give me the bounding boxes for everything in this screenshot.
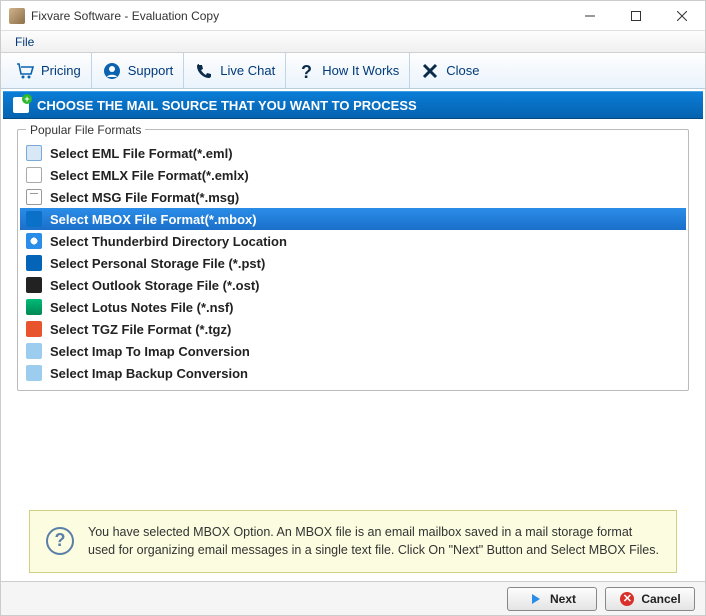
fieldset-legend: Popular File Formats xyxy=(26,123,145,137)
menu-file[interactable]: File xyxy=(7,33,42,51)
cancel-button[interactable]: ✕ Cancel xyxy=(605,587,695,611)
svg-text:?: ? xyxy=(301,62,312,81)
titlebar: Fixvare Software - Evaluation Copy xyxy=(1,1,705,31)
menubar: File xyxy=(1,31,705,53)
format-item-label: Select Imap Backup Conversion xyxy=(50,366,248,381)
phone-icon xyxy=(194,61,214,81)
format-item-label: Select Lotus Notes File (*.nsf) xyxy=(50,300,233,315)
format-item-label: Select EML File Format(*.eml) xyxy=(50,146,233,161)
toolbar-close[interactable]: Close xyxy=(410,53,489,88)
format-item-label: Select Personal Storage File (*.pst) xyxy=(50,256,265,271)
info-text: You have selected MBOX Option. An MBOX f… xyxy=(88,523,660,561)
toolbar-pricing[interactable]: Pricing xyxy=(5,53,92,88)
cancel-button-label: Cancel xyxy=(641,592,680,606)
toolbar-howitworks[interactable]: ? How It Works xyxy=(286,53,410,88)
toolbar-livechat[interactable]: Live Chat xyxy=(184,53,286,88)
format-item-label: Select Imap To Imap Conversion xyxy=(50,344,250,359)
cart-icon xyxy=(15,61,35,81)
msg-icon xyxy=(26,189,42,205)
format-item[interactable]: Select EML File Format(*.eml) xyxy=(20,142,686,164)
question-icon: ? xyxy=(296,61,316,81)
imap-icon xyxy=(26,343,42,359)
next-button[interactable]: Next xyxy=(507,587,597,611)
format-item-label: Select Outlook Storage File (*.ost) xyxy=(50,278,259,293)
format-item[interactable]: Select MSG File Format(*.msg) xyxy=(20,186,686,208)
formats-list: Select EML File Format(*.eml) Select EMLX… xyxy=(20,142,686,384)
thunder-icon xyxy=(26,233,42,249)
formats-fieldset: Popular File Formats Select EML File For… xyxy=(17,129,689,391)
backup-icon xyxy=(26,365,42,381)
format-item[interactable]: Select Personal Storage File (*.pst) xyxy=(20,252,686,274)
toolbar-support-label: Support xyxy=(128,63,174,78)
format-item[interactable]: Select EMLX File Format(*.emlx) xyxy=(20,164,686,186)
format-item[interactable]: Select Outlook Storage File (*.ost) xyxy=(20,274,686,296)
format-item[interactable]: Select MBOX File Format(*.mbox) xyxy=(20,208,686,230)
nsf-icon xyxy=(26,299,42,315)
format-item-label: Select EMLX File Format(*.emlx) xyxy=(50,168,249,183)
format-item[interactable]: Select Lotus Notes File (*.nsf) xyxy=(20,296,686,318)
format-item[interactable]: Select Thunderbird Directory Location xyxy=(20,230,686,252)
section-header-text: CHOOSE THE MAIL SOURCE THAT YOU WANT TO … xyxy=(37,98,417,113)
format-item[interactable]: Select Imap To Imap Conversion xyxy=(20,340,686,362)
close-window-button[interactable] xyxy=(659,1,705,31)
document-add-icon xyxy=(13,97,29,113)
format-item-label: Select MBOX File Format(*.mbox) xyxy=(50,212,257,227)
window-title: Fixvare Software - Evaluation Copy xyxy=(31,9,567,23)
format-item-label: Select TGZ File Format (*.tgz) xyxy=(50,322,231,337)
maximize-button[interactable] xyxy=(613,1,659,31)
toolbar-support[interactable]: Support xyxy=(92,53,185,88)
info-icon: ? xyxy=(46,527,74,555)
toolbar: Pricing Support Live Chat ? How It Works… xyxy=(1,53,705,89)
pst-icon xyxy=(26,255,42,271)
info-panel: ? You have selected MBOX Option. An MBOX… xyxy=(29,510,677,574)
ost-icon xyxy=(26,277,42,293)
headset-icon xyxy=(102,61,122,81)
emlx-icon xyxy=(26,167,42,183)
section-header: CHOOSE THE MAIL SOURCE THAT YOU WANT TO … xyxy=(3,91,703,119)
format-item-label: Select Thunderbird Directory Location xyxy=(50,234,287,249)
close-icon xyxy=(420,61,440,81)
app-icon xyxy=(9,8,25,24)
format-item[interactable]: Select Imap Backup Conversion xyxy=(20,362,686,384)
toolbar-livechat-label: Live Chat xyxy=(220,63,275,78)
toolbar-pricing-label: Pricing xyxy=(41,63,81,78)
tgz-icon xyxy=(26,321,42,337)
cancel-x-icon: ✕ xyxy=(619,591,635,607)
footer: Next ✕ Cancel xyxy=(1,581,705,615)
minimize-button[interactable] xyxy=(567,1,613,31)
window-controls xyxy=(567,1,705,31)
toolbar-close-label: Close xyxy=(446,63,479,78)
eml-icon xyxy=(26,145,42,161)
format-item-label: Select MSG File Format(*.msg) xyxy=(50,190,239,205)
toolbar-howitworks-label: How It Works xyxy=(322,63,399,78)
format-item[interactable]: Select TGZ File Format (*.tgz) xyxy=(20,318,686,340)
content-area: Popular File Formats Select EML File For… xyxy=(1,121,705,494)
next-button-label: Next xyxy=(550,592,576,606)
mbox-icon xyxy=(26,211,42,227)
next-arrow-icon xyxy=(528,591,544,607)
